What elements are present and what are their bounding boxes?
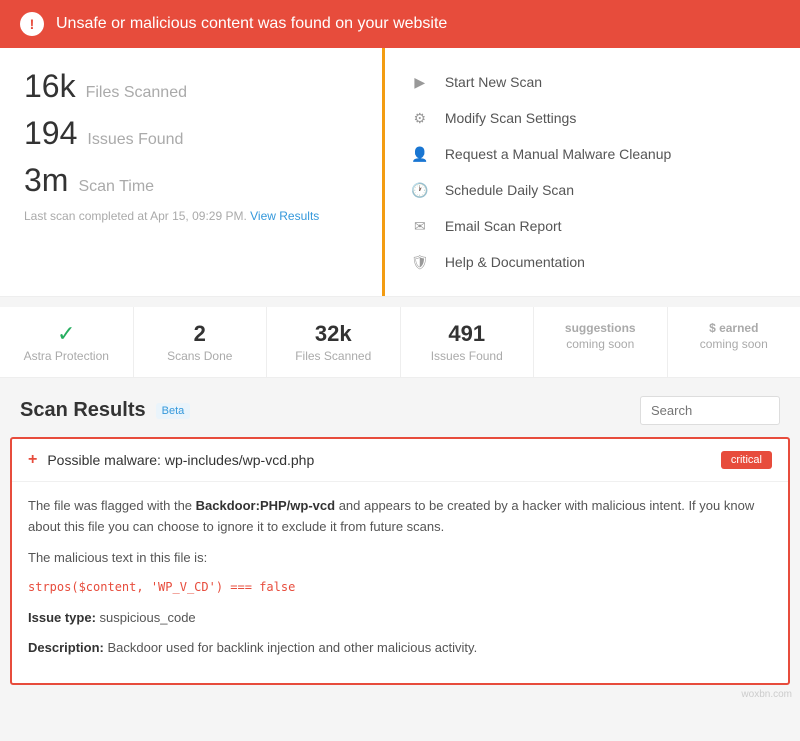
action-icon-2: 👤 [409,143,431,165]
action-icon-4: ✉ [409,215,431,237]
malware-description: The file was flagged with the Backdoor:P… [28,496,772,538]
action-icon-3: 🕐 [409,179,431,201]
scan-time-value: 3m [24,162,68,199]
top-panel: 16k Files Scanned 194 Issues Found 3m Sc… [0,48,800,297]
action-label-0: Start New Scan [445,74,542,90]
alert-banner: ! Unsafe or malicious content was found … [0,0,800,48]
issue-type-label: Issue type: [28,610,96,625]
action-icon-1: ⚙ [409,107,431,129]
action-label-3: Schedule Daily Scan [445,182,574,198]
alert-message: Unsafe or malicious content was found on… [56,15,447,33]
scan-results-heading: Scan Results [20,399,146,422]
malware-card: + Possible malware: wp-includes/wp-vcd.p… [10,437,790,685]
malicious-text-label: The malicious text in this file is: [28,548,772,569]
files-scanned-value: 16k [24,68,76,105]
files-scanned-label: Files Scanned [86,84,187,102]
action-item-2[interactable]: 👤 Request a Manual Malware Cleanup [409,136,776,172]
description-line: Description: Backdoor used for backlink … [28,638,772,659]
issues-found-value: 194 [24,115,77,152]
stats-bar: ✓ Astra Protection 2 Scans Done 32k File… [0,307,800,378]
issues-found-row: 194 Issues Found [24,115,358,152]
stats-bar-item-4: suggestions coming soon [534,307,668,377]
stats-bar-label-1: Scans Done [144,349,257,363]
stats-bar-value-5: $ earned [678,321,791,335]
stats-bar-label-5: coming soon [678,337,791,351]
last-scan-info: Last scan completed at Apr 15, 09:29 PM.… [24,209,358,223]
action-label-4: Email Scan Report [445,218,562,234]
action-label-5: Help & Documentation [445,254,585,270]
action-label-1: Modify Scan Settings [445,110,577,126]
beta-badge: Beta [156,403,191,419]
action-item-0[interactable]: ▶ Start New Scan [409,64,776,100]
stats-bar-label-0: Astra Protection [10,349,123,363]
stats-bar-value-1: 2 [144,321,257,347]
action-icon-5: 🛡 [409,251,431,273]
action-item-1[interactable]: ⚙ Modify Scan Settings [409,100,776,136]
malware-title-wrap: + Possible malware: wp-includes/wp-vcd.p… [28,451,314,469]
stats-bar-label-2: Files Scanned [277,349,390,363]
stats-bar-item-3: 491 Issues Found [401,307,535,377]
action-item-4[interactable]: ✉ Email Scan Report [409,208,776,244]
search-input[interactable] [640,396,780,425]
files-scanned-row: 16k Files Scanned [24,68,358,105]
stats-bar-check: ✓ [10,321,123,347]
actions-section: ▶ Start New Scan ⚙ Modify Scan Settings … [385,48,800,296]
action-item-5[interactable]: 🛡 Help & Documentation [409,244,776,280]
action-item-3[interactable]: 🕐 Schedule Daily Scan [409,172,776,208]
malware-body: The file was flagged with the Backdoor:P… [12,482,788,683]
malware-header: + Possible malware: wp-includes/wp-vcd.p… [12,439,788,482]
alert-icon: ! [20,12,44,36]
stats-bar-item-5: $ earned coming soon [668,307,800,377]
issue-type-line: Issue type: suspicious_code [28,608,772,629]
scan-time-row: 3m Scan Time [24,162,358,199]
scan-results-title: Scan Results Beta [20,399,190,422]
issues-found-label: Issues Found [87,131,183,149]
description-label: Description: [28,640,104,655]
stats-bar-item-2: 32k Files Scanned [267,307,401,377]
stats-bar-value-4: suggestions [544,321,657,335]
stats-bar-item-0: ✓ Astra Protection [0,307,134,377]
view-results-link[interactable]: View Results [250,209,319,223]
critical-badge: critical [721,451,772,469]
stats-bar-label-3: Issues Found [411,349,524,363]
scan-results-header: Scan Results Beta [0,378,800,437]
action-icon-0: ▶ [409,71,431,93]
description-text: Backdoor used for backlink injection and… [107,640,477,655]
stats-bar-item-1: 2 Scans Done [134,307,268,377]
plus-icon: + [28,451,37,469]
watermark: woxbn.com [0,685,800,704]
stats-bar-label-4: coming soon [544,337,657,351]
malware-filename: Possible malware: wp-includes/wp-vcd.php [47,452,314,468]
code-snippet: strpos($content, 'WP_V_CD') === false [28,578,772,597]
stats-section: 16k Files Scanned 194 Issues Found 3m Sc… [0,48,385,296]
stats-bar-value-2: 32k [277,321,390,347]
action-label-2: Request a Manual Malware Cleanup [445,146,671,162]
stats-bar-value-3: 491 [411,321,524,347]
issue-type-value: suspicious_code [100,610,196,625]
scan-time-label: Scan Time [78,178,154,196]
